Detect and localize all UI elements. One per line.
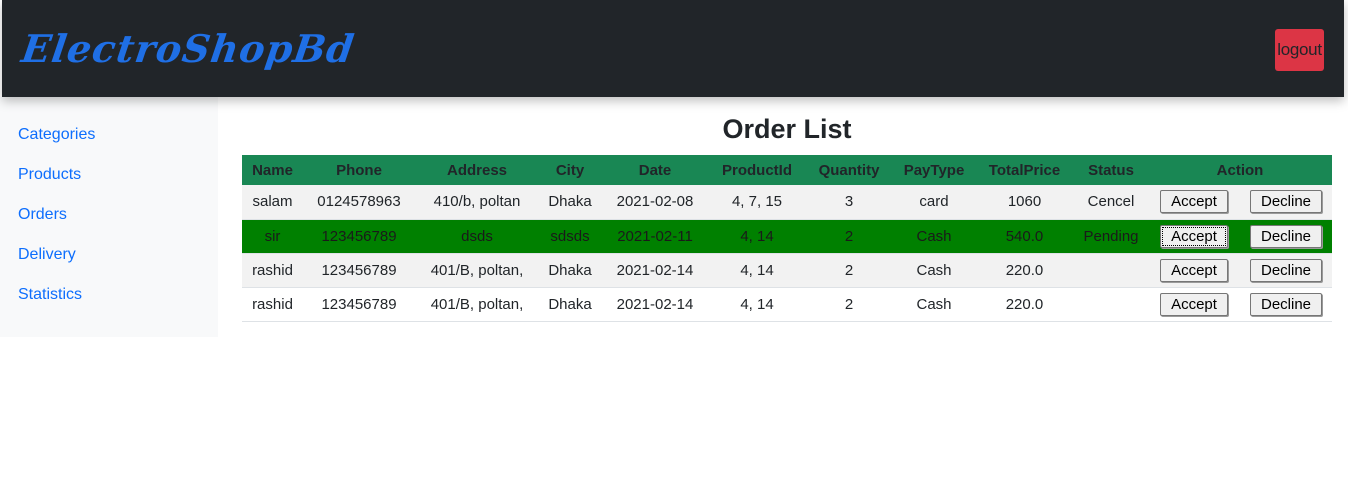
cell-accept: Accept bbox=[1148, 219, 1240, 254]
accept-button[interactable]: Accept bbox=[1160, 292, 1228, 316]
logout-button[interactable]: logout bbox=[1275, 29, 1324, 71]
accept-button[interactable]: Accept bbox=[1160, 190, 1228, 214]
cell-address: 401/B, poltan, bbox=[415, 253, 539, 288]
cell-city: sdsds bbox=[539, 219, 601, 254]
sidebar-item-delivery[interactable]: Delivery bbox=[18, 246, 76, 264]
column-header-address: Address bbox=[415, 155, 539, 185]
cell-status bbox=[1074, 287, 1148, 322]
orders-table: Name Phone Address City Date ProductId Q… bbox=[242, 155, 1332, 322]
decline-button[interactable]: Decline bbox=[1250, 292, 1322, 316]
sidebar: Categories Products Orders Delivery Stat… bbox=[0, 97, 218, 337]
cell-accept: Accept bbox=[1148, 185, 1240, 220]
cell-totalprice: 220.0 bbox=[975, 253, 1074, 288]
column-header-paytype: PayType bbox=[893, 155, 975, 185]
cell-decline: Decline bbox=[1240, 219, 1332, 254]
cell-paytype: card bbox=[893, 185, 975, 220]
brand-logo[interactable]: ElectroShopBd bbox=[19, 26, 358, 71]
cell-address: dsds bbox=[415, 219, 539, 254]
cell-city: Dhaka bbox=[539, 185, 601, 220]
cell-date: 2021-02-08 bbox=[601, 185, 709, 220]
decline-button[interactable]: Decline bbox=[1250, 190, 1322, 214]
cell-date: 2021-02-14 bbox=[601, 253, 709, 288]
cell-phone: 123456789 bbox=[303, 287, 415, 322]
cell-address: 401/B, poltan, bbox=[415, 287, 539, 322]
table-header-row: Name Phone Address City Date ProductId Q… bbox=[242, 155, 1332, 185]
table-row: salam 0124578963 410/b, poltan Dhaka 202… bbox=[242, 185, 1332, 220]
accept-button[interactable]: Accept bbox=[1160, 224, 1228, 248]
column-header-productid: ProductId bbox=[709, 155, 805, 185]
accept-button[interactable]: Accept bbox=[1160, 258, 1228, 282]
cell-name: rashid bbox=[242, 253, 303, 288]
cell-name: sir bbox=[242, 219, 303, 254]
cell-phone: 123456789 bbox=[303, 219, 415, 254]
cell-decline: Decline bbox=[1240, 185, 1332, 220]
cell-city: Dhaka bbox=[539, 287, 601, 322]
sidebar-item-statistics[interactable]: Statistics bbox=[18, 286, 82, 304]
cell-accept: Accept bbox=[1148, 253, 1240, 288]
column-header-quantity: Quantity bbox=[805, 155, 893, 185]
sidebar-item-products[interactable]: Products bbox=[18, 166, 81, 184]
page-title: Order List bbox=[722, 114, 852, 144]
cell-paytype: Cash bbox=[893, 253, 975, 288]
column-header-city: City bbox=[539, 155, 601, 185]
cell-productid: 4, 7, 15 bbox=[709, 185, 805, 220]
top-navbar: ElectroShopBd logout bbox=[2, 0, 1344, 97]
cell-address: 410/b, poltan bbox=[415, 185, 539, 220]
cell-date: 2021-02-14 bbox=[601, 287, 709, 322]
cell-quantity: 2 bbox=[805, 219, 893, 254]
column-header-status: Status bbox=[1074, 155, 1148, 185]
cell-city: Dhaka bbox=[539, 253, 601, 288]
cell-decline: Decline bbox=[1240, 253, 1332, 288]
table-row: rashid 123456789 401/B, poltan, Dhaka 20… bbox=[242, 287, 1332, 322]
cell-quantity: 2 bbox=[805, 253, 893, 288]
cell-status: Cencel bbox=[1074, 185, 1148, 220]
cell-paytype: Cash bbox=[893, 219, 975, 254]
cell-totalprice: 220.0 bbox=[975, 287, 1074, 322]
cell-productid: 4, 14 bbox=[709, 219, 805, 254]
table-row: sir 123456789 dsds sdsds 2021-02-11 4, 1… bbox=[242, 219, 1332, 254]
cell-status: Pending bbox=[1074, 219, 1148, 254]
column-header-totalprice: TotalPrice bbox=[975, 155, 1074, 185]
cell-name: rashid bbox=[242, 287, 303, 322]
cell-quantity: 3 bbox=[805, 185, 893, 220]
cell-quantity: 2 bbox=[805, 287, 893, 322]
cell-date: 2021-02-11 bbox=[601, 219, 709, 254]
table-row: rashid 123456789 401/B, poltan, Dhaka 20… bbox=[242, 253, 1332, 288]
column-header-name: Name bbox=[242, 155, 303, 185]
decline-button[interactable]: Decline bbox=[1250, 258, 1322, 282]
column-header-date: Date bbox=[601, 155, 709, 185]
cell-decline: Decline bbox=[1240, 287, 1332, 322]
cell-productid: 4, 14 bbox=[709, 253, 805, 288]
cell-accept: Accept bbox=[1148, 287, 1240, 322]
cell-name: salam bbox=[242, 185, 303, 220]
sidebar-item-categories[interactable]: Categories bbox=[18, 126, 95, 144]
column-header-phone: Phone bbox=[303, 155, 415, 185]
cell-paytype: Cash bbox=[893, 287, 975, 322]
cell-status bbox=[1074, 253, 1148, 288]
sidebar-item-orders[interactable]: Orders bbox=[18, 206, 67, 224]
decline-button[interactable]: Decline bbox=[1250, 224, 1322, 248]
cell-phone: 123456789 bbox=[303, 253, 415, 288]
cell-totalprice: 1060 bbox=[975, 185, 1074, 220]
column-header-action: Action bbox=[1148, 155, 1332, 185]
cell-totalprice: 540.0 bbox=[975, 219, 1074, 254]
cell-productid: 4, 14 bbox=[709, 287, 805, 322]
cell-phone: 0124578963 bbox=[303, 185, 415, 220]
